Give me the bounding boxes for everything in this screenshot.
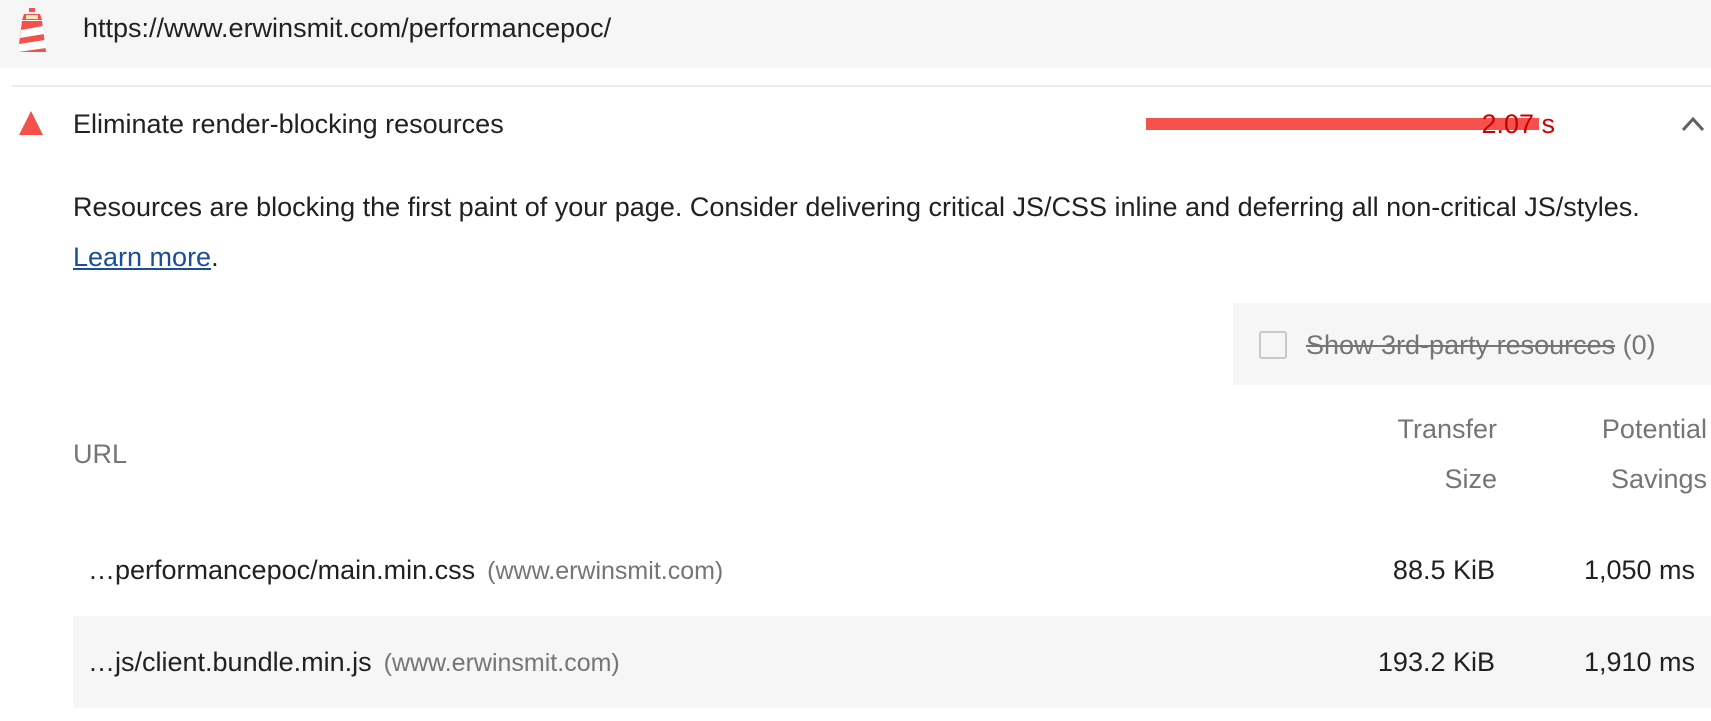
- report-url-bar: https://www.erwinsmit.com/performancepoc…: [0, 0, 1711, 68]
- third-party-filter: Show 3rd-party resources (0): [1233, 303, 1711, 385]
- table-row: …js/client.bundle.min.js (www.erwinsmit.c…: [73, 616, 1711, 708]
- savings-cell: 1,050 ms: [1583, 555, 1695, 585]
- chevron-up-icon[interactable]: [1680, 112, 1706, 136]
- resource-origin: (www.erwinsmit.com): [487, 557, 724, 585]
- transfer-size-cell: 88.5 KiB: [1392, 555, 1495, 585]
- divider: [12, 85, 1711, 87]
- transfer-size-header-line1: Transfer: [1397, 414, 1497, 444]
- third-party-label[interactable]: Show 3rd-party resources (0): [1306, 329, 1656, 361]
- learn-more-link[interactable]: Learn more: [73, 242, 211, 272]
- resource-url: …js/client.bundle.min.js: [88, 647, 372, 677]
- resource-origin: (www.erwinsmit.com): [383, 649, 620, 677]
- audit-header-eliminate-render-blocking[interactable]: Eliminate render-blocking resources 2.07…: [0, 88, 1711, 160]
- savings-sparkline: [1146, 118, 1539, 130]
- resource-url-cell[interactable]: …js/client.bundle.min.js (www.erwinsmit.c…: [88, 646, 620, 679]
- report-url[interactable]: https://www.erwinsmit.com/performancepoc…: [83, 12, 611, 44]
- resource-url: …performancepoc/main.min.css: [88, 555, 476, 585]
- resource-url-cell[interactable]: …performancepoc/main.min.css (www.erwinsm…: [88, 554, 723, 587]
- audit-title: Eliminate render-blocking resources: [73, 109, 504, 139]
- transfer-size-cell: 193.2 KiB: [1377, 647, 1495, 677]
- column-header-transfer-size: Transfer Size: [1297, 404, 1497, 504]
- description-text: Resources are blocking the first paint o…: [73, 192, 1640, 222]
- audit-display-value: 2.07 s: [1481, 109, 1555, 139]
- savings-cell: 1,910 ms: [1583, 647, 1695, 677]
- description-suffix: .: [211, 242, 219, 272]
- third-party-count: (0): [1622, 330, 1656, 360]
- savings-header-line2: Savings: [1610, 464, 1707, 494]
- fail-triangle-icon: [19, 111, 43, 135]
- column-header-potential-savings: Potential Savings: [1507, 404, 1707, 504]
- lighthouse-icon: [18, 8, 46, 52]
- savings-header-line1: Potential: [1601, 414, 1707, 444]
- table-row: …performancepoc/main.min.css (www.erwinsm…: [73, 524, 1711, 616]
- third-party-label-text: Show 3rd-party resources: [1306, 330, 1616, 360]
- column-header-url: URL: [73, 439, 128, 469]
- transfer-size-header-line2: Size: [1444, 464, 1497, 494]
- third-party-checkbox[interactable]: [1259, 331, 1287, 359]
- audit-description: Resources are blocking the first paint o…: [73, 182, 1683, 282]
- savings-sparkline-fill: [1146, 118, 1539, 130]
